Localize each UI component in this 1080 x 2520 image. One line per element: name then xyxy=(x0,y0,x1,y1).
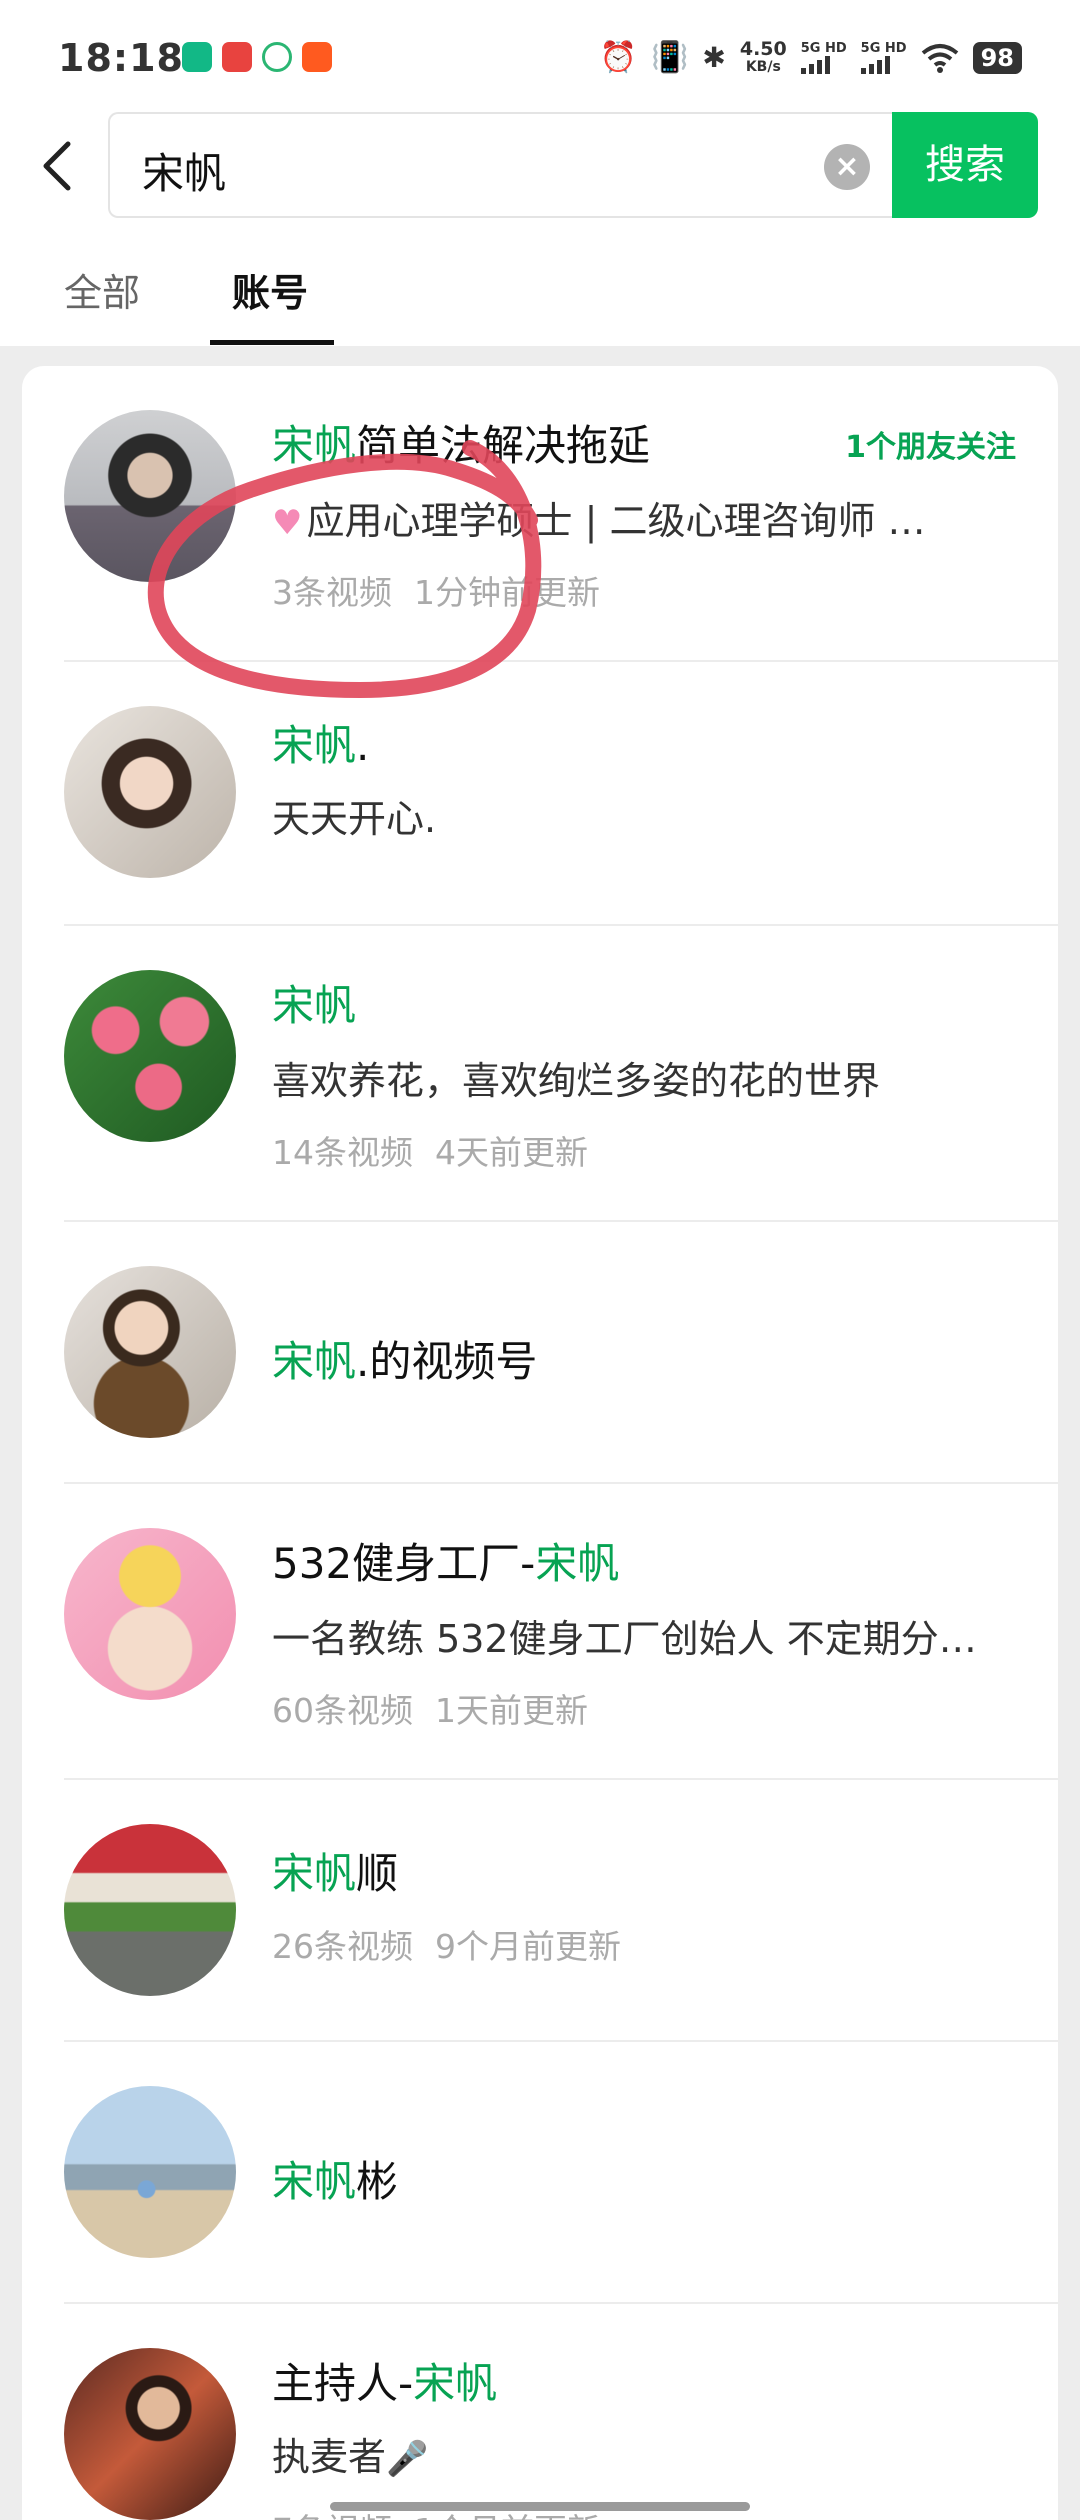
sim2-signal: 5G HD xyxy=(860,41,907,74)
chat-app-icon xyxy=(262,42,292,72)
account-desc: 天天开心. xyxy=(272,797,437,841)
list-item[interactable]: 宋帆彬 xyxy=(22,2042,1058,2304)
account-name: 宋帆彬 xyxy=(272,2157,399,2206)
sim2-label: 5G HD xyxy=(860,41,907,56)
status-bar: 18:18 ⏰ 📳 ✱ 4.50 KB/s 5G HD 5G HD 98 xyxy=(0,0,1080,100)
avatar xyxy=(64,2086,236,2258)
list-item[interactable]: 宋帆简单法解决拖延 1个朋友关注 ♥ 应用心理学硕士 | 二级心理咨询师 … 3条… xyxy=(22,366,1058,662)
friends-follow-badge: 1个朋友关注 xyxy=(845,430,1016,465)
search-query: 宋帆 xyxy=(142,149,227,198)
status-time: 18:18 xyxy=(58,36,184,80)
net-speed: 4.50 KB/s xyxy=(740,40,787,76)
account-meta: 26条视频 9个月前更新 xyxy=(272,1927,621,1966)
account-name: 宋帆 xyxy=(272,981,357,1030)
wifi-icon xyxy=(921,44,958,73)
avatar xyxy=(64,1824,236,1996)
battery-indicator: 98 xyxy=(972,42,1022,74)
list-item[interactable]: 宋帆顺 26条视频 9个月前更新 xyxy=(22,1780,1058,2042)
account-meta: 14条视频 4天前更新 xyxy=(272,1133,588,1172)
avatar xyxy=(64,410,236,582)
home-indicator xyxy=(330,2502,750,2511)
vibrate-icon: 📳 xyxy=(651,40,689,75)
alarm-icon: ⏰ xyxy=(599,40,638,75)
sim1-label: 5G HD xyxy=(800,41,847,56)
account-meta: 3条视频 1分钟前更新 xyxy=(272,573,600,612)
search-header: 宋帆 × 搜索 全部 账号 xyxy=(0,100,1080,346)
list-item[interactable]: 宋帆. 天天开心. xyxy=(22,662,1058,926)
net-speed-unit: KB/s xyxy=(745,59,781,75)
avatar xyxy=(64,970,236,1142)
bluetooth-icon: ✱ xyxy=(702,41,726,74)
taobao-icon xyxy=(302,42,332,72)
tab-bar: 全部 账号 xyxy=(0,250,1080,346)
status-indicators: ⏰ 📳 ✱ 4.50 KB/s 5G HD 5G HD 98 xyxy=(600,36,1022,80)
account-meta: 60条视频 1天前更新 xyxy=(272,1691,588,1730)
account-name: 宋帆.的视频号 xyxy=(272,1337,538,1386)
net-speed-value: 4.50 xyxy=(739,38,787,60)
clear-icon[interactable]: × xyxy=(824,144,870,190)
account-desc: 执麦者🎤 xyxy=(272,2435,429,2479)
back-arrow-icon xyxy=(43,141,71,191)
avatar xyxy=(64,1528,236,1700)
list-item[interactable]: 宋帆 喜欢养花，喜欢绚烂多姿的花的世界 14条视频 4天前更新 xyxy=(22,926,1058,1222)
list-item[interactable]: 主持人-宋帆 执麦者🎤 7条视频1个月前更新 xyxy=(22,2304,1058,2520)
account-name: 主持人-宋帆 xyxy=(272,2359,498,2408)
list-item[interactable]: 532健身工厂-宋帆 一名教练 532健身工厂创始人 不定期分… 60条视频 1天… xyxy=(22,1484,1058,1780)
red-app-icon xyxy=(222,42,252,72)
results-list: 宋帆简单法解决拖延 1个朋友关注 ♥ 应用心理学硕士 | 二级心理咨询师 … 3条… xyxy=(22,366,1058,2520)
active-tab-indicator xyxy=(210,340,334,345)
account-name: 532健身工厂-宋帆 xyxy=(272,1539,620,1588)
account-name: 宋帆简单法解决拖延 xyxy=(272,421,651,470)
account-desc: 喜欢养花，喜欢绚烂多姿的花的世界 xyxy=(272,1059,881,1103)
sim1-signal: 5G HD xyxy=(800,41,847,74)
search-button[interactable]: 搜索 xyxy=(892,112,1038,218)
avatar xyxy=(64,1266,236,1438)
avatar xyxy=(64,2348,236,2520)
heart-icon: ♥ xyxy=(272,503,303,543)
tab-all[interactable]: 全部 xyxy=(64,262,140,317)
account-desc: 一名教练 532健身工厂创始人 不定期分… xyxy=(272,1617,977,1661)
mic-icon: 🎤 xyxy=(386,2439,429,2479)
mi-home-icon xyxy=(182,42,212,72)
list-item[interactable]: 宋帆.的视频号 xyxy=(22,1222,1058,1484)
search-input[interactable]: 宋帆 × xyxy=(108,112,898,218)
account-desc: ♥ 应用心理学硕士 | 二级心理咨询师 … xyxy=(272,499,926,543)
back-button[interactable] xyxy=(28,126,88,206)
tab-account[interactable]: 账号 xyxy=(232,262,308,317)
account-name: 宋帆. xyxy=(272,721,370,770)
avatar xyxy=(64,706,236,878)
account-name: 宋帆顺 xyxy=(272,1849,399,1898)
